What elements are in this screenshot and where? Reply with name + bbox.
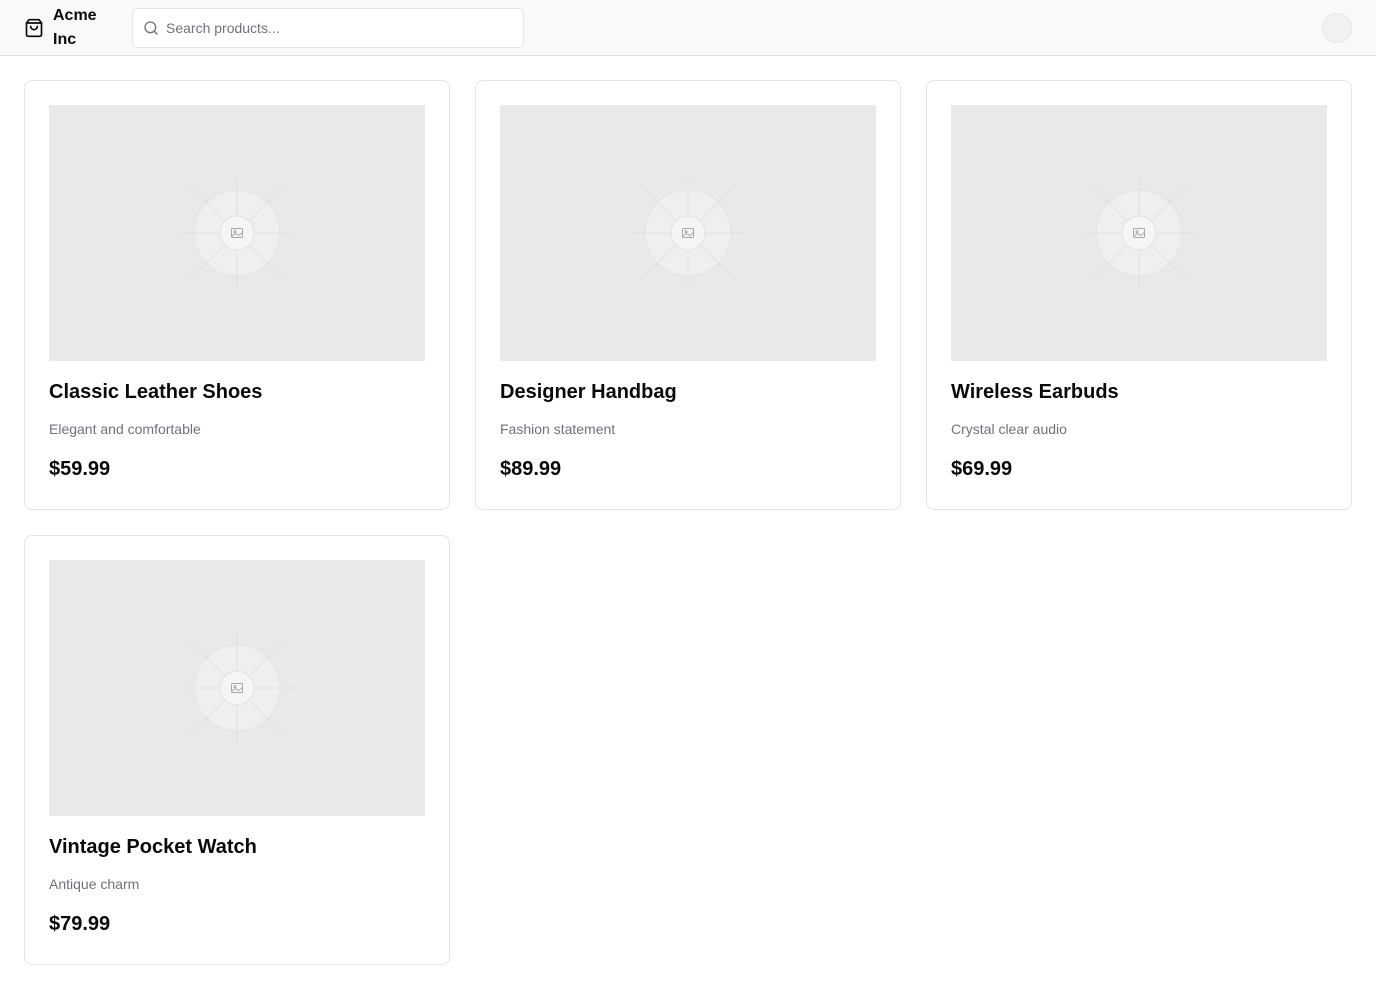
- brand-name: Acme Inc: [53, 7, 97, 48]
- product-price: $79.99: [49, 913, 111, 935]
- image-placeholder-icon: [181, 177, 293, 289]
- image-placeholder-icon: [1083, 177, 1195, 289]
- product-card[interactable]: Designer Handbag Fashion statement $89.9…: [475, 80, 901, 510]
- product-description: Elegant and comfortable: [49, 421, 201, 437]
- search-input[interactable]: [166, 20, 506, 36]
- product-title[interactable]: Classic Leather Shoes: [49, 379, 425, 405]
- avatar[interactable]: [1322, 13, 1352, 43]
- product-description: Fashion statement: [500, 421, 616, 437]
- product-image[interactable]: [49, 560, 425, 816]
- search-icon: [144, 21, 158, 35]
- top-bar: Acme Inc: [0, 0, 1376, 56]
- product-price: $89.99: [500, 458, 562, 480]
- product-image[interactable]: [49, 105, 425, 361]
- image-placeholder-icon: [181, 632, 293, 744]
- product-title[interactable]: Wireless Earbuds: [951, 379, 1327, 405]
- product-grid: Classic Leather Shoes Elegant and comfor…: [24, 80, 1352, 965]
- package-icon: [25, 18, 43, 38]
- image-placeholder-icon: [632, 177, 744, 289]
- product-card[interactable]: Classic Leather Shoes Elegant and comfor…: [24, 80, 450, 510]
- product-description: Crystal clear audio: [951, 421, 1067, 437]
- product-title[interactable]: Vintage Pocket Watch: [49, 834, 425, 860]
- brand[interactable]: Acme Inc: [24, 4, 113, 52]
- search-box[interactable]: [132, 8, 524, 48]
- product-image[interactable]: [951, 105, 1327, 361]
- product-price: $69.99: [951, 458, 1013, 480]
- product-description: Antique charm: [49, 876, 140, 892]
- product-image[interactable]: [500, 105, 876, 361]
- product-price: $59.99: [49, 458, 111, 480]
- product-card[interactable]: Wireless Earbuds Crystal clear audio $69…: [926, 80, 1352, 510]
- product-title[interactable]: Designer Handbag: [500, 379, 876, 405]
- product-card[interactable]: Vintage Pocket Watch Antique charm $79.9…: [24, 535, 450, 965]
